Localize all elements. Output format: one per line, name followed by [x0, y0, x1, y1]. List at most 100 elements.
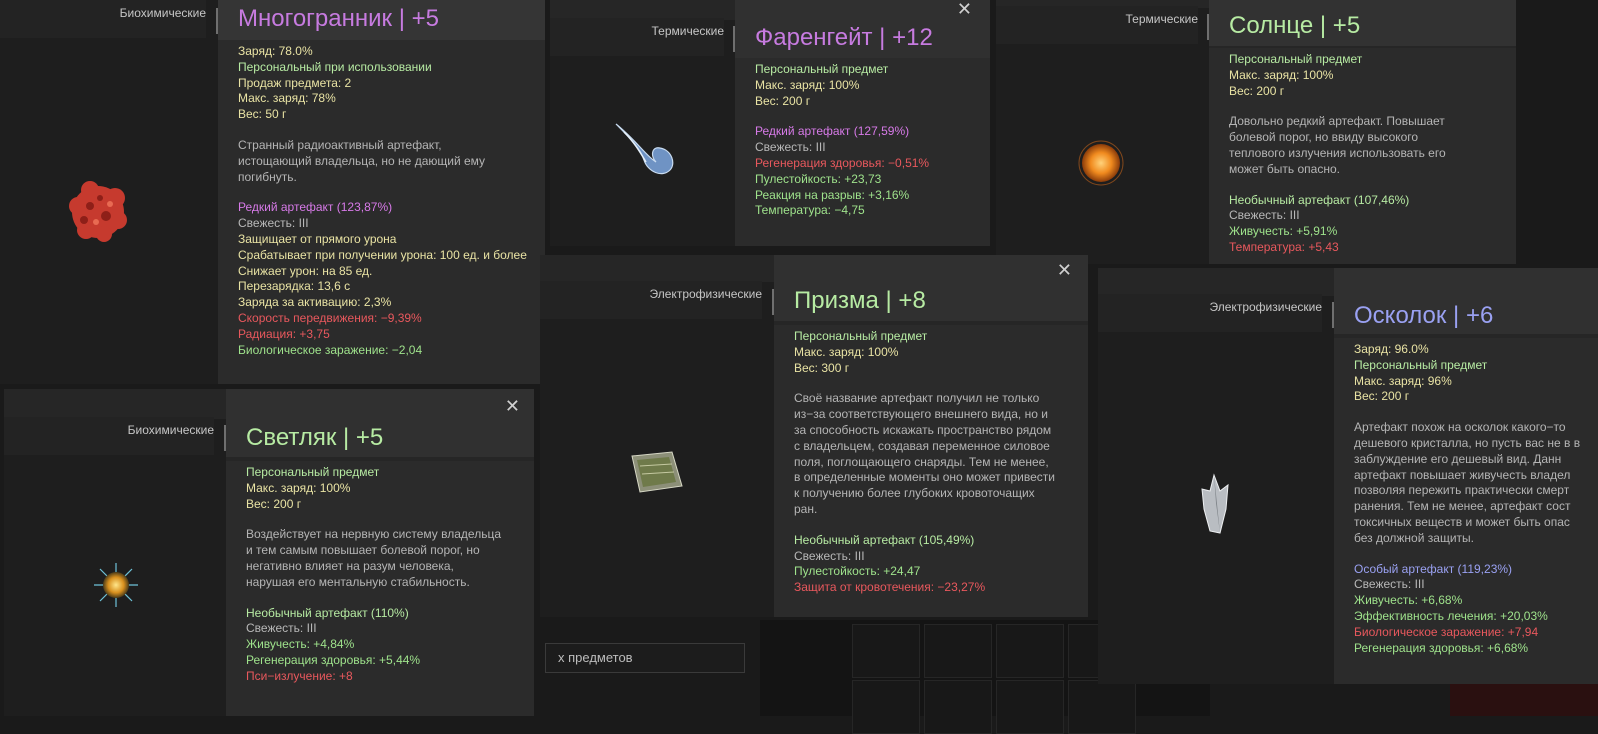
artifact-stat-line: Редкий артефакт (127,59%)	[755, 124, 910, 139]
artifact-stat-line: Вес: 200 г	[1229, 83, 1285, 98]
artifact-stat-line: Перезарядка: 13,6 с	[238, 279, 351, 294]
artifact-title: Фаренгейт | +12	[755, 24, 933, 51]
artifact-stat-line: Скорость передвижения: −9,39%	[238, 310, 422, 325]
artifact-stat-line: Макс. заряд: 78%	[238, 91, 336, 106]
artifact-stat-line: Живучесть: +6,68%	[1354, 593, 1463, 608]
artifact-stat-line: Вес: 200 г	[246, 496, 302, 511]
artifact-header: Осколок | +6	[1334, 268, 1598, 334]
artifact-stat-line: Продаж предмета: 2	[238, 75, 352, 90]
artifact-stat-line: Макс. заряд: 100%	[755, 77, 860, 92]
inventory-slot[interactable]	[852, 624, 920, 678]
artifact-card-prizma: Электрофизические Призма | +8 ✕ Персонал…	[540, 255, 1088, 617]
artifact-stat-line: Свежесть: III	[794, 548, 865, 563]
artifact-header: Солнце | +5	[1209, 0, 1516, 46]
artifact-stat-line: Защита от кровотечения: −23,27%	[794, 580, 986, 595]
artifact-stat-line: Персональный предмет	[794, 329, 928, 343]
artifact-stat-line: Снижает урон: на 85 ед.	[238, 263, 373, 278]
artifact-image-farengeit	[615, 123, 674, 175]
inventory-search-input[interactable]: х предметов	[545, 643, 745, 673]
artifact-title: Солнце | +5	[1229, 12, 1361, 39]
artifact-image-svetlyak	[94, 563, 138, 607]
artifact-info: Заряд: 96.0% Персональный предмет Макс. за…	[1334, 338, 1598, 684]
artifact-category: Биохимические	[0, 0, 206, 38]
artifact-stat-line: Свежесть: III	[755, 140, 826, 155]
artifact-description: Воздействует на нервную систему владельц…	[246, 527, 501, 589]
inventory-slot[interactable]	[924, 624, 992, 678]
artifact-info: Персональный предмет Макс. заряд: 100% Вес…	[774, 325, 1088, 617]
inventory-slot[interactable]	[996, 680, 1064, 734]
artifact-stat-line: Необычный артефакт (105,49%)	[794, 532, 975, 547]
artifact-stat-line: Заряд: 96.0%	[1354, 342, 1429, 356]
artifact-category: Электрофизические	[1098, 294, 1322, 332]
artifact-info: Персональный предмет Макс. заряд: 100% Вес…	[1209, 48, 1516, 264]
artifact-title: Осколок | +6	[1354, 302, 1494, 329]
artifact-card-solnce: Термические Солнце | +5 Персональный пре…	[996, 0, 1516, 264]
artifact-stat-line: Макс. заряд: 100%	[246, 480, 351, 495]
artifact-description: Артефакт похож на осколок какого−то деше…	[1354, 420, 1581, 545]
artifact-description: Странный радиоактивный артефакт, истощаю…	[238, 137, 486, 184]
artifact-category: Биохимические	[4, 417, 214, 455]
artifact-header: Призма | +8 ✕	[774, 255, 1088, 321]
artifact-stat-line: Живучесть: +4,84%	[246, 637, 355, 652]
close-icon[interactable]: ✕	[505, 396, 520, 417]
inventory-slot[interactable]	[996, 624, 1064, 678]
artifact-image-solnce	[1078, 140, 1124, 186]
artifact-stat-line: Регенерация здоровья: −0,51%	[755, 155, 930, 170]
artifact-stat-line: Редкий артефакт (123,87%)	[238, 200, 393, 215]
artifact-card-svetlyak: Биохимические Светляк | +5 ✕ Персональны…	[4, 389, 534, 716]
artifact-stat-line: Вес: 300 г	[794, 360, 850, 375]
artifact-stat-line: Пулестойкость: +23,73	[755, 171, 882, 186]
artifact-category: Термические	[996, 6, 1198, 44]
artifact-card-farengeit: Термические Фаренгейт | +12 ✕ Персональн…	[550, 0, 990, 246]
artifact-title: Многогранник | +5	[238, 5, 439, 32]
artifact-stat-line: Эффективность лечения: +20,03%	[1354, 608, 1548, 623]
inventory-slot[interactable]	[852, 680, 920, 734]
artifact-stat-line: Свежесть: III	[1354, 577, 1425, 592]
artifact-stat-line: Регенерация здоровья: +6,68%	[1354, 640, 1529, 655]
artifact-header: Светляк | +5 ✕	[226, 389, 534, 457]
artifact-stat-line: Необычный артефакт (107,46%)	[1229, 192, 1410, 207]
close-icon[interactable]: ✕	[957, 0, 972, 20]
artifact-category: Электрофизические	[540, 281, 762, 319]
artifact-category: Термические	[550, 18, 724, 56]
artifact-header: Фаренгейт | +12 ✕	[735, 0, 990, 58]
artifact-stat-line: Заряд: 78.0%	[238, 44, 313, 58]
artifact-info: Заряд: 78.0% Персональный при использован…	[218, 40, 545, 384]
artifact-stat-line: Свежесть: III	[246, 621, 317, 636]
close-icon[interactable]: ✕	[1057, 260, 1072, 281]
artifact-stat-line: Температура: −4,75	[755, 203, 865, 218]
artifact-image-mnogogrannik	[69, 181, 127, 242]
artifact-info: Персональный предмет Макс. заряд: 100% Вес…	[735, 58, 990, 246]
artifact-stat-line: Персональный при использовании	[238, 59, 432, 74]
artifact-stat-line: Реакция на разрыв: +3,16%	[755, 187, 910, 202]
inventory-slot[interactable]	[1068, 680, 1136, 734]
artifact-stat-line: Биологическое заражение: −2,04	[238, 342, 423, 357]
artifact-stat-line: Живучесть: +5,91%	[1229, 224, 1338, 239]
artifact-stat-line: Макс. заряд: 96%	[1354, 373, 1452, 388]
artifact-description: Своё название артефакт получил не только…	[794, 391, 1055, 516]
artifact-stat-line: Особый артефакт (119,23%)	[1354, 561, 1513, 576]
artifact-stat-line: Персональный предмет	[1229, 52, 1363, 66]
artifact-stat-line: Персональный предмет	[1354, 357, 1488, 372]
artifact-stat-line: Биологическое заражение: +7,94	[1354, 624, 1539, 639]
artifact-stat-line: Заряда за активацию: 2,3%	[238, 295, 392, 310]
artifact-stat-line: Свежесть: III	[1229, 208, 1300, 223]
artifact-stat-line: Защищает от прямого урона	[238, 231, 397, 246]
artifact-card-mnogogrannik: Биохимические Многогранник | +5 Заряд: 7…	[0, 0, 545, 384]
artifact-stat-line: Регенерация здоровья: +5,44%	[246, 652, 421, 667]
artifact-stat-line: Персональный предмет	[246, 465, 380, 479]
artifact-info: Персональный предмет Макс. заряд: 100% Вес…	[226, 461, 534, 716]
artifact-stat-line: Макс. заряд: 100%	[794, 344, 899, 359]
artifact-stat-line: Персональный предмет	[755, 62, 889, 76]
artifact-image-prizma	[631, 451, 683, 493]
artifact-stat-line: Макс. заряд: 100%	[1229, 67, 1334, 82]
inventory-slot[interactable]	[924, 680, 992, 734]
